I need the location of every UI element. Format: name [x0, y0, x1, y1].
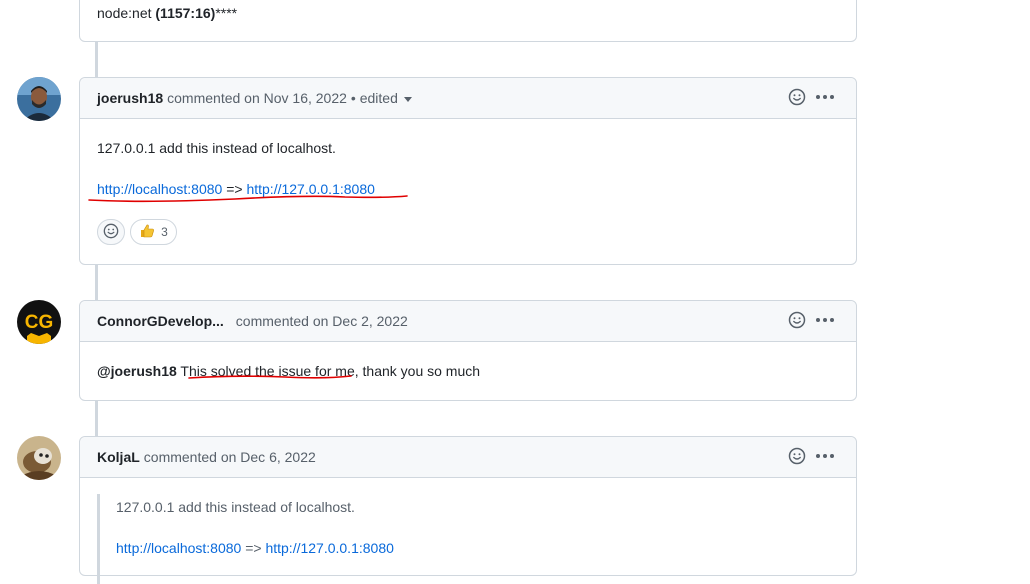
- avatar-joerush18[interactable]: [17, 77, 61, 121]
- avatar-koljal[interactable]: [17, 436, 61, 480]
- comment-box-joerush18: joerush18 commented on Nov 16, 2022 • ed…: [79, 77, 857, 265]
- smiley-icon[interactable]: [788, 311, 806, 329]
- comment-author[interactable]: ConnorGDevelop...: [97, 313, 224, 329]
- comment-text: , thank you so much: [354, 363, 481, 379]
- edited-label: • edited: [350, 90, 398, 106]
- chevron-down-icon: [403, 96, 412, 102]
- comment-box-koljal: KoljaL commented on Dec 6, 2022 127.0.0.…: [79, 436, 857, 584]
- smiley-icon: [103, 223, 119, 242]
- kebab-horizontal-icon[interactable]: [816, 95, 834, 99]
- thumbs-up-icon: [139, 223, 155, 242]
- comment-author[interactable]: KoljaL: [97, 449, 140, 465]
- kebab-horizontal-icon[interactable]: [816, 318, 834, 322]
- add-reaction-button[interactable]: [97, 219, 125, 245]
- edited-dropdown[interactable]: • edited: [351, 90, 412, 106]
- link-127-0-0-1[interactable]: http://127.0.0.1:8080: [246, 181, 374, 197]
- comment-actions: [788, 447, 834, 465]
- comment-body-line: 127.0.0.1 add this instead of localhost.: [97, 140, 336, 156]
- avatar-connorgdevelop[interactable]: CG: [17, 300, 61, 344]
- comment-body-line: @joerush18 This solved the issue for me,…: [97, 363, 480, 379]
- comment-actions: [788, 311, 834, 329]
- comment-header: KoljaL commented on Dec 6, 2022: [80, 437, 856, 478]
- arrow-text: =>: [222, 181, 247, 197]
- reaction-count: 3: [161, 225, 168, 239]
- kebab-horizontal-icon[interactable]: [816, 454, 834, 458]
- svg-text:CG: CG: [25, 312, 54, 333]
- timeline-connector: [95, 41, 98, 77]
- comment-box-previous: node:net (1157:16)****: [79, 0, 857, 42]
- comment-box-connorgdevelop: ConnorGDevelop... commented on Dec 2, 20…: [79, 300, 857, 401]
- thumbs-up-reaction-button[interactable]: 3: [130, 219, 177, 245]
- comment-header: joerush18 commented on Nov 16, 2022 • ed…: [80, 78, 856, 119]
- comment-header: ConnorGDevelop... commented on Dec 2, 20…: [80, 301, 856, 342]
- timeline-connector: [95, 264, 98, 300]
- smiley-icon[interactable]: [788, 447, 806, 465]
- link-localhost[interactable]: http://localhost:8080: [97, 181, 222, 197]
- comment-timestamp[interactable]: commented on Dec 6, 2022: [144, 449, 316, 465]
- user-mention[interactable]: @joerush18: [97, 363, 177, 379]
- comment-timestamp[interactable]: commented on Nov 16, 2022: [167, 90, 347, 106]
- blockquote-bar: [97, 494, 100, 584]
- comment-body-links: http://localhost:8080 => http://127.0.0.…: [97, 181, 375, 197]
- comment-author[interactable]: joerush18: [97, 90, 163, 106]
- comment-text: node:net: [97, 5, 156, 21]
- smiley-icon[interactable]: [788, 88, 806, 106]
- quoted-line: 127.0.0.1 add this instead of localhost.: [116, 499, 355, 515]
- comment-text-bold: (1157:16): [155, 5, 216, 21]
- comment-timestamp[interactable]: commented on Dec 2, 2022: [236, 313, 408, 329]
- comment-actions: [788, 88, 834, 106]
- comment-text: This solved the issue for me: [176, 363, 355, 379]
- timeline-connector: [95, 400, 98, 436]
- comment-text: ****: [215, 5, 238, 21]
- comment-body-text: node:net (1157:16)****: [97, 5, 237, 21]
